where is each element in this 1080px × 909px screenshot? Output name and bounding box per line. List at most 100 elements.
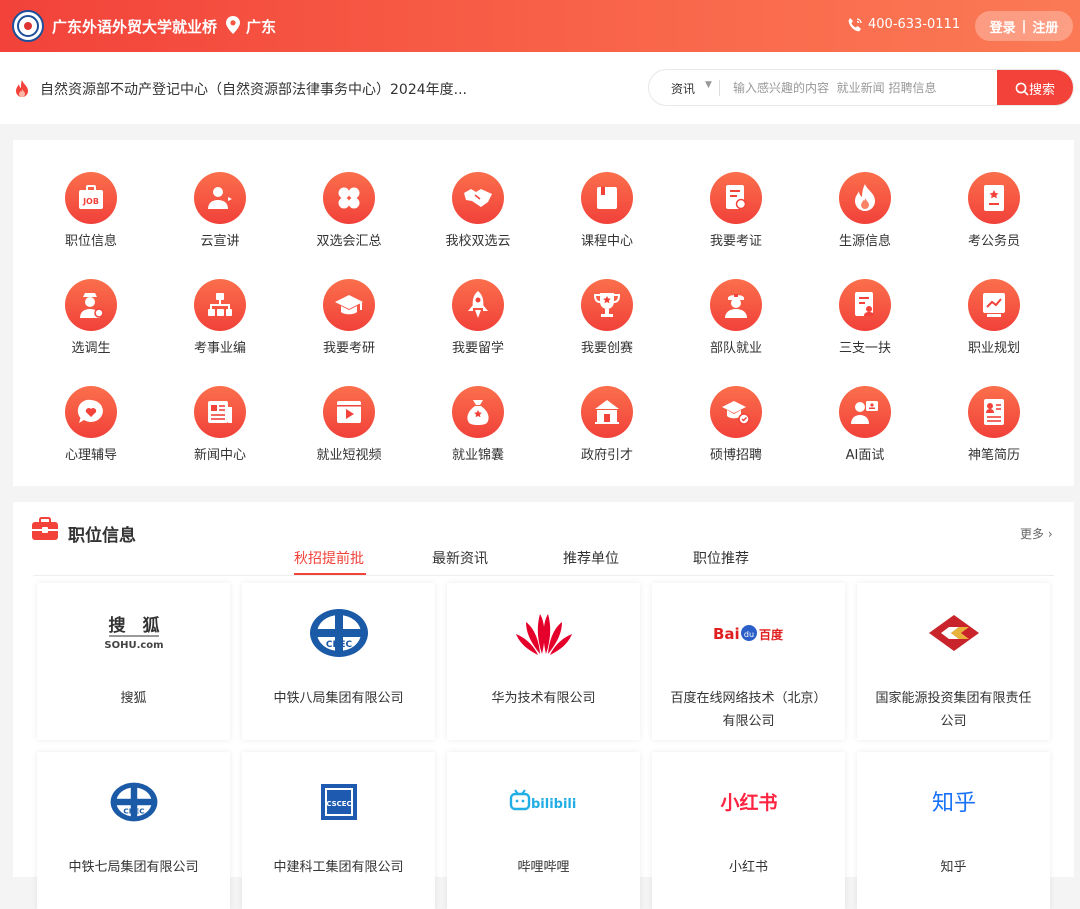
company-card[interactable]: 小红书 小红书 xyxy=(652,752,845,909)
company-card[interactable]: CREC 中铁八局集团有限公司 xyxy=(242,583,435,740)
tab-latest-news[interactable]: 最新资讯 xyxy=(432,548,488,568)
svg-text:小红书: 小红书 xyxy=(720,791,777,814)
menu-item-study-abroad[interactable]: 我要留学 xyxy=(428,279,528,356)
phone-icon xyxy=(848,18,862,32)
chn-energy-logo xyxy=(857,603,1050,663)
company-name: 百度在线网络技术（北京）有限公司 xyxy=(670,691,827,729)
menu-item-graduate-recruitment[interactable]: 硕博招聘 xyxy=(686,386,786,463)
svg-text:CSCEC: CSCEC xyxy=(326,800,351,808)
official-icon xyxy=(65,279,117,331)
flame-icon xyxy=(839,172,891,224)
menu-item-government-talent[interactable]: 政府引才 xyxy=(557,386,657,463)
caret-down-icon[interactable]: ▼ xyxy=(705,80,712,90)
university-logo-icon[interactable] xyxy=(12,10,44,42)
svg-text:百度: 百度 xyxy=(759,627,784,642)
menu-item-job-info[interactable]: JOB 职位信息 xyxy=(41,172,141,249)
svg-text:CREC: CREC xyxy=(123,806,144,815)
svg-text:知乎: 知乎 xyxy=(931,791,975,816)
company-name: 国家能源投资集团有限责任公司 xyxy=(875,691,1032,729)
location-selector[interactable]: 广东 xyxy=(246,16,276,37)
company-card[interactable]: Bai du 百度 百度在线网络技术（北京）有限公司 xyxy=(652,583,845,740)
bilibili-logo: bilibili xyxy=(447,772,640,832)
svg-text:Bai: Bai xyxy=(713,625,740,643)
chart-board-icon xyxy=(968,279,1020,331)
rocket-icon xyxy=(452,279,504,331)
login-button[interactable]: 登录 xyxy=(990,17,1016,36)
briefcase-icon xyxy=(32,517,58,540)
company-card[interactable]: 华为技术有限公司 xyxy=(447,583,640,740)
crec-logo: CREC xyxy=(242,603,435,663)
feature-menu-card: JOB 职位信息 云宣讲 双选会汇总 我校双选云 课程中心 我要考证 生源信息 … xyxy=(13,140,1074,486)
menu-item-psychological-counseling[interactable]: 心理辅导 xyxy=(41,386,141,463)
job-icon: JOB xyxy=(65,172,117,224)
register-button[interactable]: 注册 xyxy=(1032,17,1058,36)
company-card[interactable]: 搜 狐 SOHU.com 搜狐 xyxy=(37,583,230,740)
search-icon xyxy=(1015,82,1029,96)
auth-separator: | xyxy=(1021,18,1027,34)
menu-item-career-planning[interactable]: 职业规划 xyxy=(944,279,1044,356)
money-bag-icon xyxy=(452,386,504,438)
svg-text:SOHU.com: SOHU.com xyxy=(104,640,163,651)
location-pin-icon[interactable] xyxy=(226,16,240,34)
search-button[interactable]: 搜索 xyxy=(997,70,1073,105)
ai-interview-icon xyxy=(839,386,891,438)
hot-fire-icon xyxy=(16,80,28,97)
phone-number: 400-633-0111 xyxy=(868,17,961,32)
news-headline-link[interactable]: 自然资源部不动产登记中心（自然资源部法律事务中心）2024年度... xyxy=(40,79,467,99)
menu-item-three-supports[interactable]: 三支一扶 xyxy=(815,279,915,356)
menu-item-selected-graduates[interactable]: 选调生 xyxy=(41,279,141,356)
tab-autumn-early-batch[interactable]: 秋招提前批 xyxy=(294,548,364,568)
company-name: 中铁七局集团有限公司 xyxy=(68,860,199,875)
search-input[interactable] xyxy=(733,74,983,102)
scholar-icon xyxy=(710,386,762,438)
search-box: 资讯 ▼ 搜索 xyxy=(648,69,1074,106)
menu-item-entrepreneurship-contest[interactable]: 我要创赛 xyxy=(557,279,657,356)
menu-item-resume-builder[interactable]: 神笔简历 xyxy=(944,386,1044,463)
search-button-label: 搜索 xyxy=(1028,82,1055,97)
org-chart-icon xyxy=(194,279,246,331)
menu-item-ai-interview[interactable]: AI面试 xyxy=(815,386,915,463)
more-link[interactable]: 更多 › xyxy=(1020,525,1053,542)
svg-text:bilibili: bilibili xyxy=(531,797,576,812)
menu-item-student-source[interactable]: 生源信息 xyxy=(815,172,915,249)
company-name: 哔哩哔哩 xyxy=(517,860,570,875)
menu-item-postgraduate-exam[interactable]: 我要考研 xyxy=(299,279,399,356)
menu-item-school-job-fair-cloud[interactable]: 我校双选云 xyxy=(428,172,528,249)
search-category-select[interactable]: 资讯 xyxy=(671,80,695,97)
company-card[interactable]: CREC 中铁七局集团有限公司 xyxy=(37,752,230,909)
site-title[interactable]: 广东外语外贸大学就业桥 xyxy=(52,16,217,37)
company-name: 中建科工集团有限公司 xyxy=(273,860,404,875)
company-card[interactable]: CSCEC 中建科工集团有限公司 xyxy=(242,752,435,909)
company-name: 搜狐 xyxy=(120,691,147,706)
menu-item-short-videos[interactable]: 就业短视频 xyxy=(299,386,399,463)
top-header: 广东外语外贸大学就业桥 广东 400-633-0111 登录 | 注册 xyxy=(0,0,1080,52)
company-card[interactable]: 国家能源投资集团有限责任公司 xyxy=(857,583,1050,740)
book-icon xyxy=(581,172,633,224)
chevron-right-icon: › xyxy=(1047,527,1053,541)
svg-text:CREC: CREC xyxy=(325,640,352,650)
menu-item-course-center[interactable]: 课程中心 xyxy=(557,172,657,249)
menu-item-cloud-presentation[interactable]: 云宣讲 xyxy=(170,172,270,249)
video-icon xyxy=(323,386,375,438)
menu-item-career-tips[interactable]: 就业锦囊 xyxy=(428,386,528,463)
heart-bubble-icon xyxy=(65,386,117,438)
baidu-logo: Bai du 百度 xyxy=(652,603,845,663)
tab-recommended-employers[interactable]: 推荐单位 xyxy=(563,548,619,568)
newspaper-icon xyxy=(194,386,246,438)
menu-item-certificate[interactable]: 我要考证 xyxy=(686,172,786,249)
search-divider xyxy=(719,80,720,96)
person-doc-icon xyxy=(839,279,891,331)
government-icon xyxy=(581,386,633,438)
menu-item-military-employment[interactable]: 部队就业 xyxy=(686,279,786,356)
company-card[interactable]: bilibili 哔哩哔哩 xyxy=(447,752,640,909)
auth-buttons: 登录 | 注册 xyxy=(975,11,1073,41)
tab-job-recommendations[interactable]: 职位推荐 xyxy=(693,548,749,568)
menu-item-civil-service[interactable]: 考公务员 xyxy=(944,172,1044,249)
cscec-logo: CSCEC xyxy=(242,772,435,832)
zhihu-logo: 知乎 xyxy=(857,772,1050,832)
job-info-section: 职位信息 更多 › 秋招提前批 最新资讯 推荐单位 职位推荐 搜 狐 SOHU.c… xyxy=(13,502,1074,909)
company-card[interactable]: 知乎 知乎 xyxy=(857,752,1050,909)
menu-item-public-institution[interactable]: 考事业编 xyxy=(170,279,270,356)
menu-item-news-center[interactable]: 新闻中心 xyxy=(170,386,270,463)
menu-item-job-fair-summary[interactable]: 双选会汇总 xyxy=(299,172,399,249)
